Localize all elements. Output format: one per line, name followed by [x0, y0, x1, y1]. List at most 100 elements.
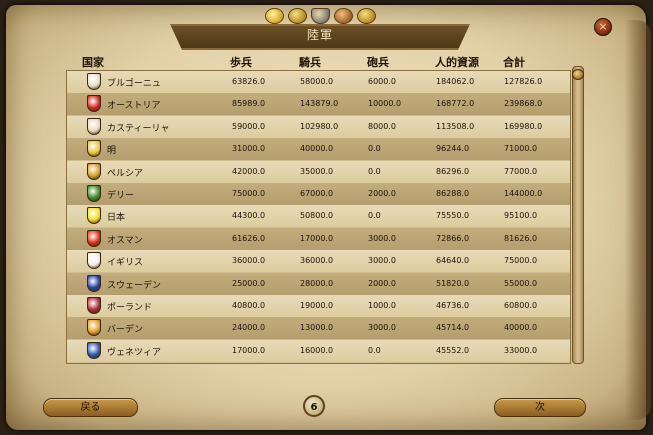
country-shield-icon	[87, 230, 101, 247]
cell-manpower: 72866.0	[436, 234, 470, 243]
cell-cavalry: 143879.0	[300, 99, 339, 108]
back-button[interactable]: 戻る	[43, 398, 138, 417]
cell-total: 127826.0	[504, 77, 543, 86]
cell-artillery: 10000.0	[368, 99, 402, 108]
country-shield-icon	[87, 297, 101, 314]
cell-artillery: 2000.0	[368, 189, 396, 198]
helmet-icon[interactable]	[288, 8, 307, 24]
country-shield-icon	[87, 185, 101, 202]
cell-country-name: デリー	[107, 191, 135, 201]
country-shield-icon	[87, 163, 101, 180]
cell-artillery: 6000.0	[368, 77, 396, 86]
cell-infantry: 63826.0	[232, 77, 266, 86]
cell-country-name: イギリス	[107, 258, 144, 268]
cell-manpower: 45552.0	[436, 346, 470, 355]
cell-infantry: 61626.0	[232, 234, 266, 243]
cell-infantry: 42000.0	[232, 167, 266, 176]
cell-manpower: 45714.0	[436, 323, 470, 332]
table-row[interactable]: スウェーデン 25000.0 28000.0 2000.0 51820.0 55000.0	[67, 273, 570, 295]
cell-total: 75000.0	[504, 256, 538, 265]
cell-country-name: オスマン	[107, 236, 143, 246]
page-title: 陸軍	[306, 28, 333, 42]
country-shield-icon	[87, 319, 101, 336]
crown-icon[interactable]	[265, 8, 284, 24]
column-header-cavalry[interactable]: 騎兵	[299, 54, 321, 70]
cell-cavalry: 58000.0	[300, 77, 334, 86]
ship-icon[interactable]	[334, 8, 353, 24]
table-row[interactable]: 日本 44300.0 50800.0 0.0 75550.0 95100.0	[67, 205, 570, 227]
cell-manpower: 51820.0	[436, 279, 470, 288]
cell-cavalry: 13000.0	[300, 323, 334, 332]
table-row[interactable]: オスマン 61626.0 17000.0 3000.0 72866.0 81626.0	[67, 228, 570, 250]
cell-country-name: 日本	[107, 213, 126, 223]
country-shield-icon	[87, 118, 101, 135]
cell-artillery: 0.0	[368, 211, 381, 220]
cell-total: 95100.0	[504, 211, 538, 220]
cell-country-name: カスティーリャ	[107, 124, 170, 134]
table-row[interactable]: バーデン 24000.0 13000.0 3000.0 45714.0 40000.0	[67, 317, 570, 339]
cell-infantry: 59000.0	[232, 122, 266, 131]
cell-artillery: 3000.0	[368, 234, 396, 243]
cell-artillery: 8000.0	[368, 122, 396, 131]
cell-manpower: 86288.0	[436, 189, 470, 198]
table-row[interactable]: 明 31000.0 40000.0 0.0 96244.0 71000.0	[67, 138, 570, 160]
table-row[interactable]: ポーランド 40800.0 19000.0 1000.0 46736.0 60800.0	[67, 295, 570, 317]
table-row[interactable]: ペルシア 42000.0 35000.0 0.0 86296.0 77000.0	[67, 161, 570, 183]
army-table: ブルゴーニュ 63826.0 58000.0 6000.0 184062.0 127826…	[66, 70, 571, 364]
cell-country-name: ペルシア	[107, 169, 144, 179]
cell-cavalry: 17000.0	[300, 234, 334, 243]
cell-artillery: 0.0	[368, 167, 381, 176]
cell-artillery: 2000.0	[368, 279, 396, 288]
cell-total: 71000.0	[504, 144, 538, 153]
table-row[interactable]: ブルゴーニュ 63826.0 58000.0 6000.0 184062.0 127826…	[67, 71, 570, 93]
cell-country-name: ヴェネツィア	[107, 348, 162, 358]
shield-icon[interactable]	[311, 8, 330, 24]
cell-total: 33000.0	[504, 346, 538, 355]
table-row[interactable]: オーストリア 85989.0 143879.0 10000.0 168772.0 2398…	[67, 93, 570, 115]
cell-total: 239868.0	[504, 99, 543, 108]
cell-country-name: バーデン	[107, 325, 144, 335]
cell-manpower: 64640.0	[436, 256, 470, 265]
cell-country-name: スウェーデン	[107, 281, 162, 291]
cell-cavalry: 102980.0	[300, 122, 339, 131]
page-number: 6	[303, 395, 325, 417]
cell-manpower: 168772.0	[436, 99, 475, 108]
table-row[interactable]: カスティーリャ 59000.0 102980.0 8000.0 113508.0 1699…	[67, 116, 570, 138]
table-row[interactable]: イギリス 36000.0 36000.0 3000.0 64640.0 75000.0	[67, 250, 570, 272]
table-row[interactable]: デリー 75000.0 67000.0 2000.0 86288.0 144000.0	[67, 183, 570, 205]
cell-artillery: 3000.0	[368, 323, 396, 332]
cell-manpower: 46736.0	[436, 301, 470, 310]
cell-manpower: 75550.0	[436, 211, 470, 220]
cell-cavalry: 16000.0	[300, 346, 334, 355]
cell-cavalry: 67000.0	[300, 189, 334, 198]
table-row[interactable]: ヴェネツィア 17000.0 16000.0 0.0 45552.0 33000.0	[67, 340, 570, 362]
column-header-manpower[interactable]: 人的資源	[435, 54, 479, 70]
scrollbar-thumb[interactable]	[572, 69, 584, 80]
page-curl	[625, 20, 651, 420]
scroll-icon[interactable]	[357, 8, 376, 24]
country-shield-icon	[87, 207, 101, 224]
column-header-artillery[interactable]: 砲兵	[367, 54, 389, 70]
cell-manpower: 113508.0	[436, 122, 475, 131]
cell-infantry: 24000.0	[232, 323, 266, 332]
cell-country-name: オーストリア	[107, 101, 161, 111]
column-header-infantry[interactable]: 歩兵	[230, 54, 252, 70]
country-shield-icon	[87, 95, 101, 112]
next-button[interactable]: 次	[494, 398, 586, 417]
cell-total: 77000.0	[504, 167, 538, 176]
column-header-country[interactable]: 国家	[82, 54, 104, 70]
cell-manpower: 184062.0	[436, 77, 475, 86]
table-header: 国家 歩兵 騎兵 砲兵 人的資源 合計	[67, 52, 567, 70]
cell-total: 144000.0	[504, 189, 543, 198]
cell-total: 81626.0	[504, 234, 538, 243]
cell-total: 55000.0	[504, 279, 538, 288]
scrollbar[interactable]	[572, 66, 584, 364]
close-button[interactable]: ×	[594, 18, 612, 36]
cell-infantry: 36000.0	[232, 256, 266, 265]
cell-cavalry: 28000.0	[300, 279, 334, 288]
column-header-total[interactable]: 合計	[503, 54, 525, 70]
cell-manpower: 96244.0	[436, 144, 470, 153]
country-shield-icon	[87, 252, 101, 269]
country-shield-icon	[87, 140, 101, 157]
cell-manpower: 86296.0	[436, 167, 470, 176]
